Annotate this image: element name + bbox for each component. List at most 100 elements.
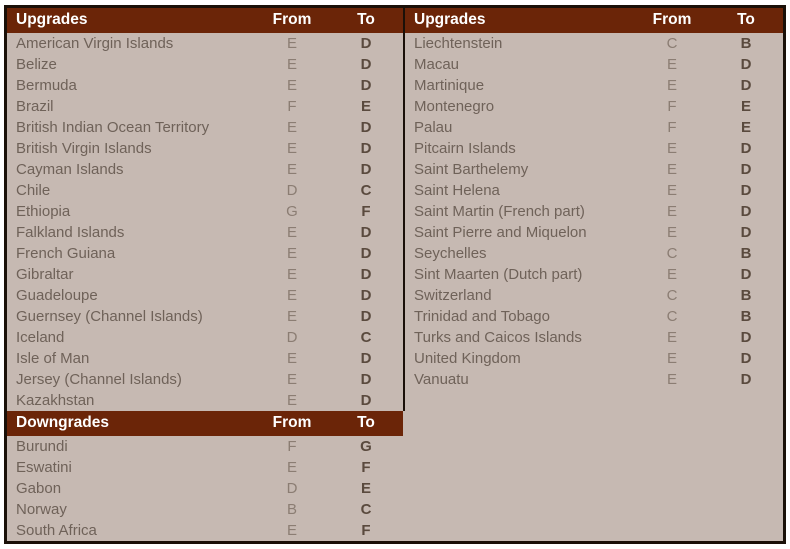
cell-country: Trinidad and Tobago [414, 308, 550, 325]
cell-country: Jersey (Channel Islands) [16, 371, 182, 388]
table-row: Jersey (Channel Islands) E D [7, 369, 403, 390]
cell-to: D [740, 371, 752, 388]
cell-from: E [666, 371, 677, 388]
cell-country: South Africa [16, 522, 97, 539]
cell-from: E [666, 161, 677, 178]
cell-to: E [360, 480, 371, 497]
cell-from: E [666, 224, 677, 241]
cell-from: D [286, 182, 298, 199]
cell-country: Martinique [414, 77, 485, 94]
cell-country: Gabon [16, 480, 62, 497]
cell-country: Saint Pierre and Miquelon [414, 224, 587, 241]
cell-from: E [666, 182, 677, 199]
cell-spacer [403, 499, 783, 520]
cell-from: E [286, 56, 297, 73]
ratings-change-table-page: Upgrades From To American Virgin Islands… [0, 0, 790, 549]
cell-country: Saint Martin (French part) [414, 203, 585, 220]
column-header-upgrades: Upgrades [7, 8, 255, 33]
cell-country: Montenegro [414, 98, 495, 115]
table-row: Gibraltar E D [7, 264, 403, 285]
upgrades-right-body: Liechtenstein C B Macau E D Martinique E D Monten… [405, 33, 783, 390]
cell-to: F [361, 203, 371, 220]
cell-country: Bermuda [16, 77, 77, 94]
table-row: Pitcairn Islands E D [405, 138, 783, 159]
cell-from: E [286, 308, 297, 325]
cell-to: D [360, 266, 372, 283]
table-row: Guadeloupe E D [7, 285, 403, 306]
cell-country: Switzerland [414, 287, 492, 304]
cell-to: B [740, 245, 752, 262]
downgrades-table: Downgrades From To Burundi F G Eswatini E F Ga… [7, 411, 783, 541]
cell-from: G [286, 203, 298, 220]
table-row: Macau E D [405, 54, 783, 75]
cell-from: E [286, 224, 297, 241]
table-row: Saint Pierre and Miquelon E D [405, 222, 783, 243]
cell-to: D [360, 119, 372, 136]
cell-country: Macau [414, 56, 460, 73]
cell-to: E [360, 98, 371, 115]
cell-from: F [287, 98, 297, 115]
table-header-row: Downgrades From To [7, 411, 783, 436]
cell-to: D [740, 224, 752, 241]
cell-from: F [287, 438, 297, 455]
cell-from: C [666, 308, 678, 325]
table-row: Saint Martin (French part) E D [405, 201, 783, 222]
cell-from: C [666, 35, 678, 52]
table-row: Norway B C [7, 499, 783, 520]
cell-spacer [403, 457, 783, 478]
cell-to: B [740, 35, 752, 52]
cell-from: C [666, 287, 678, 304]
cell-to: D [360, 308, 372, 325]
table-row: Sint Maarten (Dutch part) E D [405, 264, 783, 285]
upgrades-left-panel: Upgrades From To American Virgin Islands… [7, 8, 403, 411]
table-row: United Kingdom E D [405, 348, 783, 369]
table-row: Kazakhstan E D [7, 390, 403, 411]
cell-to: D [360, 392, 372, 409]
cell-country: Burundi [16, 438, 68, 455]
cell-to: B [740, 308, 752, 325]
table-row: British Virgin Islands E D [7, 138, 403, 159]
upgrades-left-body: American Virgin Islands E D Belize E D Bermuda… [7, 33, 403, 411]
cell-to: D [740, 329, 752, 346]
cell-from: E [286, 77, 297, 94]
cell-country: Liechtenstein [414, 35, 503, 52]
table-row: Trinidad and Tobago C B [405, 306, 783, 327]
table-row: Falkland Islands E D [7, 222, 403, 243]
cell-from: E [286, 459, 297, 476]
cell-country: Saint Barthelemy [414, 161, 529, 178]
cell-to: D [360, 140, 372, 157]
cell-country: Norway [16, 501, 67, 518]
cell-country: French Guiana [16, 245, 116, 262]
downgrades-body: Burundi F G Eswatini E F Gabon D E Norway B C South … [7, 436, 783, 541]
cell-to: D [740, 140, 752, 157]
upgrades-left-table: Upgrades From To American Virgin Islands… [7, 8, 403, 411]
table-row: Ethiopia G F [7, 201, 403, 222]
upgrades-right-table: Upgrades From To Liechtenstein C B Macau E D M… [405, 8, 783, 390]
cell-to: E [740, 98, 751, 115]
cell-to: F [361, 522, 371, 539]
cell-to: D [360, 245, 372, 262]
cell-country: Pitcairn Islands [414, 140, 516, 157]
table-row: Belize E D [7, 54, 403, 75]
cell-from: E [666, 140, 677, 157]
table-header-row: Upgrades From To [7, 8, 403, 33]
cell-from: E [286, 245, 297, 262]
table-row: Montenegro F E [405, 96, 783, 117]
cell-from: E [286, 287, 297, 304]
cell-from: C [666, 245, 678, 262]
cell-country: Kazakhstan [16, 392, 95, 409]
table-row: Saint Helena E D [405, 180, 783, 201]
cell-to: D [740, 161, 752, 178]
table-row: Seychelles C B [405, 243, 783, 264]
cell-to: D [740, 77, 752, 94]
cell-country: Belize [16, 56, 57, 73]
cell-country: Ethiopia [16, 203, 71, 220]
vertical-divider [403, 8, 405, 411]
cell-from: F [667, 98, 677, 115]
table-row: Bermuda E D [7, 75, 403, 96]
table-row: American Virgin Islands E D [7, 33, 403, 54]
cell-spacer [403, 478, 783, 499]
cell-from: D [286, 329, 298, 346]
table-header-row: Upgrades From To [405, 8, 783, 33]
column-header-spacer [403, 411, 783, 436]
